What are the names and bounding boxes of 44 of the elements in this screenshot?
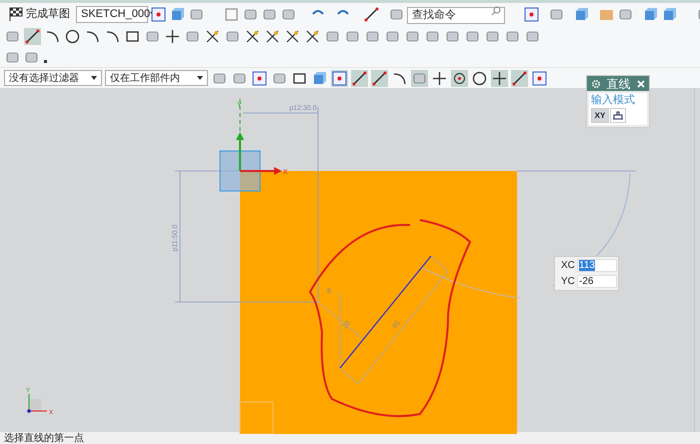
type-filter-dropdown[interactable]: 没有选择过滤器 [4, 70, 102, 86]
scope-filter-dropdown[interactable]: 仅在工作部件内 [105, 70, 208, 86]
coordinate-field[interactable]: -26 [577, 275, 617, 288]
finish-sketch-button[interactable]: 完成草图 [4, 6, 74, 22]
parameter-mode-button[interactable] [610, 108, 626, 123]
trim-icon[interactable] [244, 28, 261, 45]
line-icon[interactable] [24, 28, 41, 45]
dropdown-arrow-icon[interactable] [197, 76, 203, 80]
trim-icon[interactable] [204, 28, 221, 45]
close-icon [636, 80, 644, 88]
line-icon[interactable] [511, 70, 528, 86]
settings-icon[interactable] [591, 78, 601, 88]
trim-icon[interactable] [264, 28, 281, 45]
coordinate-field[interactable]: 113 [577, 259, 617, 272]
cube-icon[interactable] [573, 6, 590, 22]
line-icon[interactable] [363, 6, 380, 22]
coordinate-label: YC [561, 275, 575, 289]
xy-mode-button[interactable]: XY [591, 108, 609, 123]
cube-icon[interactable] [661, 6, 678, 22]
circle-icon[interactable] [471, 70, 488, 86]
line-icon[interactable] [351, 70, 368, 86]
line-icon[interactable] [371, 70, 388, 86]
selection-square [220, 150, 260, 192]
triad-drawing [27, 394, 48, 413]
dialog-title: 直线 [606, 76, 630, 92]
trim-icon[interactable] [284, 28, 301, 45]
command-search-field[interactable]: 查找命令 [407, 6, 505, 24]
checkered-flag-icon [8, 6, 24, 22]
input-mode-label: 输入模式 [591, 93, 636, 108]
parameter-icon [612, 111, 624, 120]
dropdown-arrow-icon[interactable] [91, 76, 97, 80]
plus-icon[interactable] [164, 28, 181, 45]
status-prompt: 选择直线的第一点 [4, 432, 84, 444]
coordinate-label: XC [561, 259, 575, 273]
circle-icon[interactable] [64, 28, 81, 45]
close-button[interactable] [636, 79, 645, 88]
trim-icon[interactable] [304, 28, 321, 45]
search-icon [491, 6, 501, 16]
plus-icon[interactable] [491, 70, 508, 86]
cube-icon[interactable] [642, 6, 659, 22]
point-icon[interactable] [451, 70, 468, 86]
x-axis-arrow [240, 167, 282, 175]
cube-icon[interactable] [169, 6, 186, 22]
plus-icon[interactable] [431, 70, 448, 86]
